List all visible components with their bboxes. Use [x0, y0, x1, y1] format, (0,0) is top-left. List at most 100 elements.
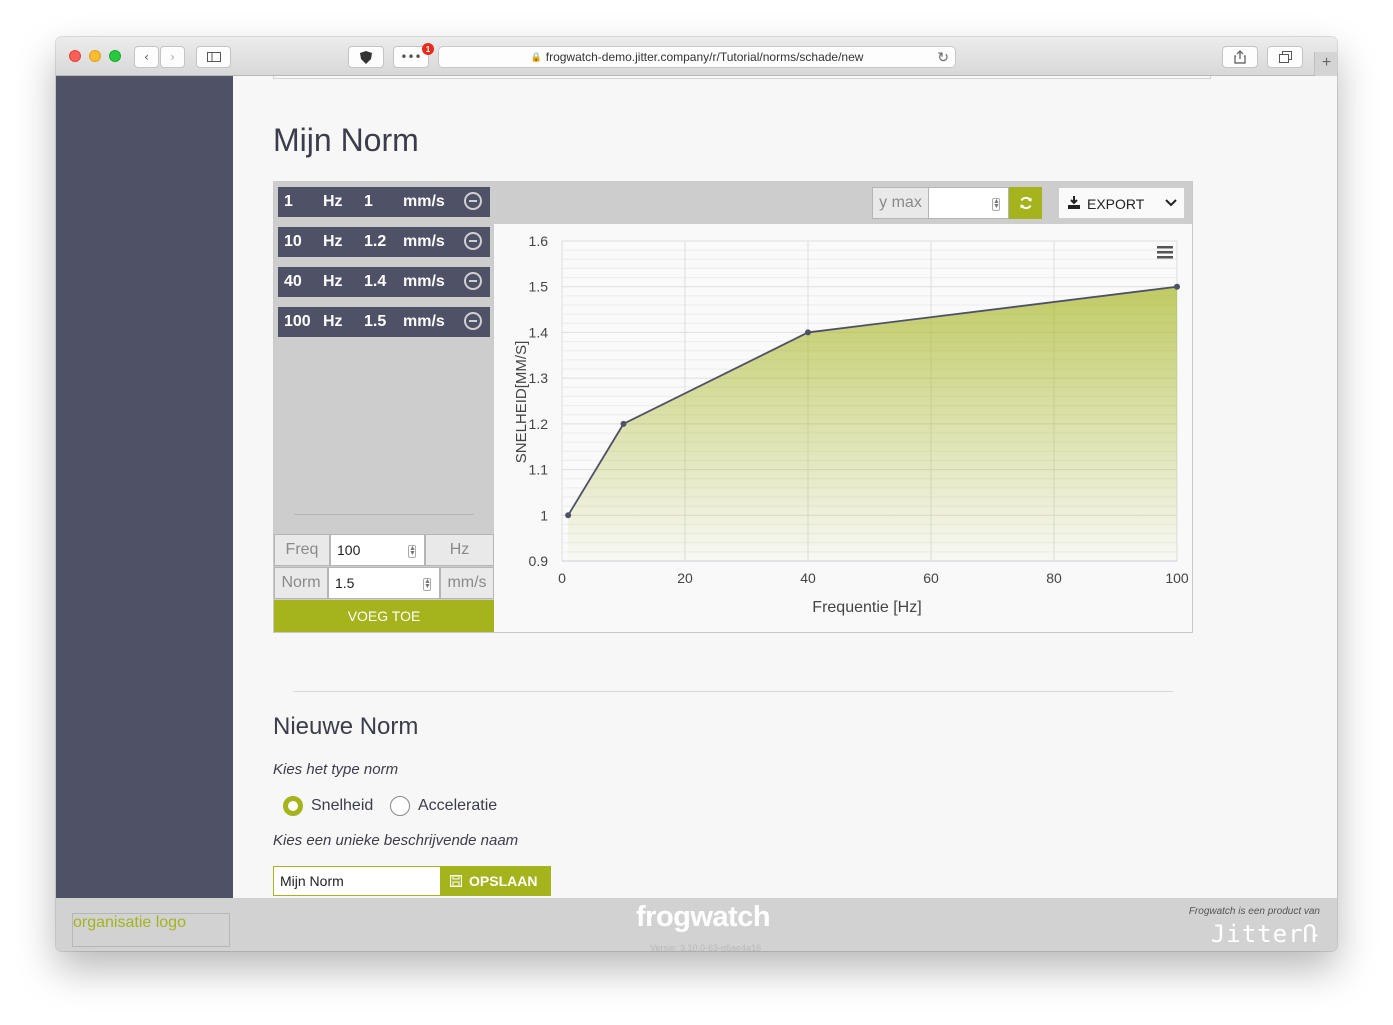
reload-icon[interactable]: ↻: [937, 49, 949, 66]
norm-point-row: 10 Hz 1.2 mm/s: [278, 227, 490, 257]
radio-snelheid-label[interactable]: Snelheid: [311, 797, 373, 815]
name-prompt: Kies een unieke beschrijvende naam: [273, 832, 519, 849]
norm-point-value: 1.4: [364, 273, 387, 290]
data-point[interactable]: [620, 420, 627, 427]
x-tick-label: 40: [800, 570, 816, 586]
y-tick-label: 1.3: [529, 370, 549, 386]
x-tick-label: 0: [558, 570, 566, 586]
y-tick-label: 0.9: [529, 553, 549, 569]
form-divider: [294, 514, 474, 515]
remove-point-icon[interactable]: [464, 232, 482, 250]
share-button[interactable]: [1222, 46, 1258, 68]
section-divider: [293, 691, 1173, 692]
sidebar-icon: [206, 52, 221, 62]
norm-input-group: Norm 1.5 ▲ ▼ mm/s: [274, 567, 494, 599]
norm-point-value: 1.2: [364, 233, 387, 250]
save-button[interactable]: OPSLAAN: [441, 866, 551, 896]
norm-editor-panel: y max ▲ ▼ EXPORT 1 Hz 1 mm/s 10 Hz 1.2 m…: [273, 181, 1193, 633]
export-label: EXPORT: [1087, 196, 1145, 212]
ymax-label: y max: [872, 187, 929, 219]
jitter-logo: JitterՌ: [1210, 920, 1319, 948]
refresh-icon: [1020, 196, 1031, 210]
norm-point-freq-unit: Hz: [323, 233, 343, 250]
norm-point-row: 40 Hz 1.4 mm/s: [278, 267, 490, 297]
x-tick-label: 60: [923, 570, 939, 586]
plus-icon: +: [1321, 54, 1332, 71]
browser-window: ‹ › ••• 1 🔒 frogwatch-demo.jitter.compan…: [56, 37, 1337, 951]
x-axis-ticks: 0 20 40 60 80 100: [558, 570, 1189, 586]
norm-name-input[interactable]: Mijn Norm: [273, 866, 441, 896]
remove-point-icon[interactable]: [464, 312, 482, 330]
data-point[interactable]: [565, 512, 572, 519]
tabs-overview-button[interactable]: [1267, 46, 1303, 68]
version-text: Versie: 3.10.0-63-g6ae4a16: [650, 943, 762, 951]
norm-point-freq-unit: Hz: [323, 313, 343, 330]
chevron-left-icon: ‹: [144, 50, 149, 64]
notification-badge: 1: [422, 43, 434, 55]
browser-toolbar: ‹ › ••• 1 🔒 frogwatch-demo.jitter.compan…: [56, 37, 1337, 76]
freq-input-value: 100: [337, 542, 361, 558]
footer: organisatie logo frogwatch Versie: 3.10.…: [56, 898, 1337, 951]
radio-snelheid[interactable]: [283, 796, 303, 816]
radio-acceleratie[interactable]: [390, 796, 410, 816]
freq-input[interactable]: 100 ▲ ▼: [330, 534, 425, 566]
radio-acceleratie-label[interactable]: Acceleratie: [418, 797, 497, 815]
forward-button[interactable]: ›: [160, 46, 185, 68]
norm-point-value-unit: mm/s: [403, 273, 445, 290]
chevron-down-icon: [1165, 199, 1177, 207]
refresh-button[interactable]: [1009, 187, 1042, 219]
add-point-button[interactable]: VOEG TOE: [274, 600, 494, 632]
data-point[interactable]: [1174, 283, 1180, 290]
product-of-text: Frogwatch is een product van: [1188, 906, 1320, 917]
norm-points-column: 1 Hz 1 mm/s 10 Hz 1.2 mm/s 40 Hz 1.4 mm/…: [274, 187, 494, 632]
save-label: OPSLAAN: [469, 873, 538, 889]
ublock-button[interactable]: [348, 46, 384, 68]
tabs-icon: [1278, 51, 1292, 63]
sidebar: [56, 76, 233, 898]
new-norm-heading: Nieuwe Norm: [273, 713, 419, 740]
chevron-right-icon: ›: [170, 50, 175, 64]
address-bar[interactable]: 🔒 frogwatch-demo.jitter.company/r/Tutori…: [438, 46, 956, 68]
y-tick-label: 1.2: [529, 416, 549, 432]
norm-input[interactable]: 1.5 ▲ ▼: [328, 567, 440, 599]
norm-point-value-unit: mm/s: [403, 313, 445, 330]
remove-point-icon[interactable]: [464, 272, 482, 290]
freq-label: Freq: [274, 534, 330, 566]
norm-label: Norm: [274, 567, 328, 599]
norm-chart: 0 20 40 60 80 100 0.9 1 1.1 1.2 1.3 1.4 1.5 1.6 Freq…: [513, 233, 1189, 616]
spinner-icon[interactable]: ▲ ▼: [408, 545, 416, 558]
new-tab-button[interactable]: +: [1314, 52, 1337, 76]
export-dropdown[interactable]: EXPORT: [1058, 187, 1185, 219]
remove-point-icon[interactable]: [464, 192, 482, 210]
chart-menu-icon[interactable]: [1157, 246, 1173, 259]
x-tick-label: 80: [1046, 570, 1062, 586]
data-point[interactable]: [805, 329, 811, 336]
share-icon: [1234, 50, 1246, 64]
close-window-button[interactable]: [69, 50, 81, 62]
norm-unit: mm/s: [440, 567, 494, 599]
url-text: frogwatch-demo.jitter.company/r/Tutorial…: [545, 50, 864, 64]
norm-point-row: 1 Hz 1 mm/s: [278, 187, 490, 217]
ymax-group: y max ▲ ▼: [872, 187, 1042, 219]
zoom-window-button[interactable]: [109, 50, 121, 62]
norm-point-freq-unit: Hz: [323, 193, 343, 210]
y-tick-label: 1.1: [529, 462, 549, 478]
spinner-icon[interactable]: ▲ ▼: [423, 578, 431, 591]
y-tick-label: 1.6: [529, 233, 549, 249]
frogwatch-logo: frogwatch: [636, 901, 771, 933]
back-button[interactable]: ‹: [134, 46, 159, 68]
floppy-icon: [450, 875, 462, 887]
main-content: Mijn Norm y max ▲ ▼ EXPORT 1 Hz 1 mm/s 1…: [233, 76, 1337, 898]
y-tick-label: 1.5: [529, 279, 549, 295]
shield-icon: [360, 50, 372, 64]
ymax-input[interactable]: ▲ ▼: [929, 187, 1009, 219]
minimize-window-button[interactable]: [89, 50, 101, 62]
spinner-icon[interactable]: ▲ ▼: [992, 198, 1000, 211]
norm-point-value: 1: [364, 193, 373, 210]
y-tick-label: 1: [540, 507, 548, 523]
sidebar-toggle-button[interactable]: [196, 46, 231, 68]
freq-input-group: Freq 100 ▲ ▼ Hz: [274, 534, 494, 566]
norm-point-freq: 40: [284, 273, 302, 290]
freq-unit: Hz: [425, 534, 494, 566]
lock-icon: 🔒: [530, 51, 542, 62]
